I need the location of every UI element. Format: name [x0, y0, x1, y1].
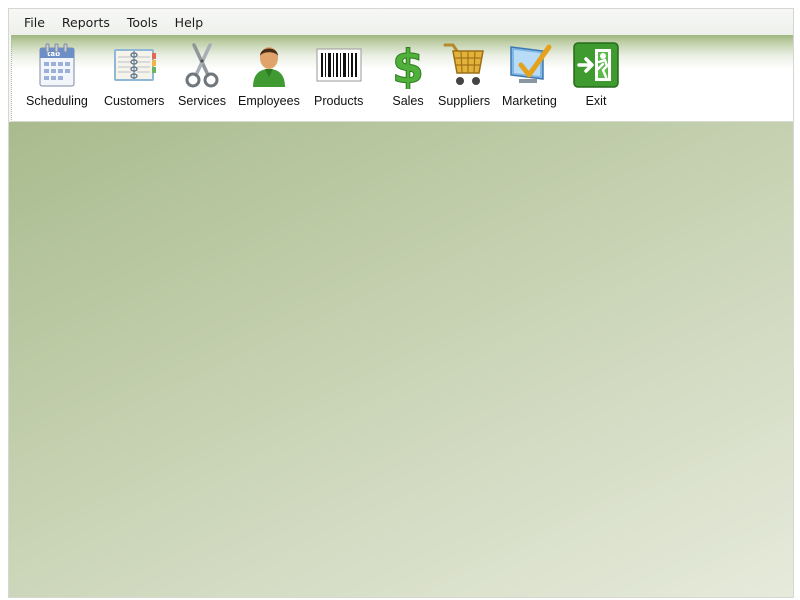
barcode-icon	[315, 41, 363, 89]
marketing-label: Marketing	[502, 94, 557, 108]
employees-label: Employees	[238, 94, 300, 108]
calendar-icon: tab	[33, 41, 81, 89]
marketing-button[interactable]: Marketing	[502, 41, 557, 113]
menu-reports[interactable]: Reports	[54, 13, 118, 32]
menu-bar: File Reports Tools Help	[9, 9, 793, 35]
svg-text:$: $	[392, 41, 424, 89]
main-window: File Reports Tools Help tab Scheduling C…	[8, 8, 794, 598]
exit-icon	[572, 41, 620, 89]
suppliers-button[interactable]: Suppliers	[438, 41, 490, 113]
main-toolbar: tab Scheduling Customers Services Employ…	[11, 35, 793, 122]
cart-icon	[440, 41, 488, 89]
person-icon	[245, 41, 293, 89]
services-button[interactable]: Services	[178, 41, 226, 113]
sales-label: Sales	[392, 94, 424, 108]
monitor-check-icon	[505, 41, 553, 89]
dollar-icon: $	[384, 41, 432, 89]
suppliers-label: Suppliers	[438, 94, 491, 108]
products-label: Products	[314, 94, 364, 108]
scheduling-button[interactable]: tab Scheduling	[26, 41, 88, 113]
scissors-icon	[178, 41, 226, 89]
services-label: Services	[178, 94, 226, 108]
exit-label: Exit	[585, 94, 607, 108]
menu-help[interactable]: Help	[167, 13, 212, 32]
exit-button[interactable]: Exit	[572, 41, 620, 113]
employees-button[interactable]: Employees	[238, 41, 300, 113]
customers-label: Customers	[104, 94, 165, 108]
workspace-area	[9, 122, 793, 597]
customers-button[interactable]: Customers	[104, 41, 164, 113]
sales-button[interactable]: $ Sales	[384, 41, 432, 113]
products-button[interactable]: Products	[314, 41, 363, 113]
scheduling-label: Scheduling	[26, 94, 88, 108]
address-book-icon	[110, 41, 158, 89]
menu-tools[interactable]: Tools	[119, 13, 166, 32]
menu-file[interactable]: File	[16, 13, 53, 32]
